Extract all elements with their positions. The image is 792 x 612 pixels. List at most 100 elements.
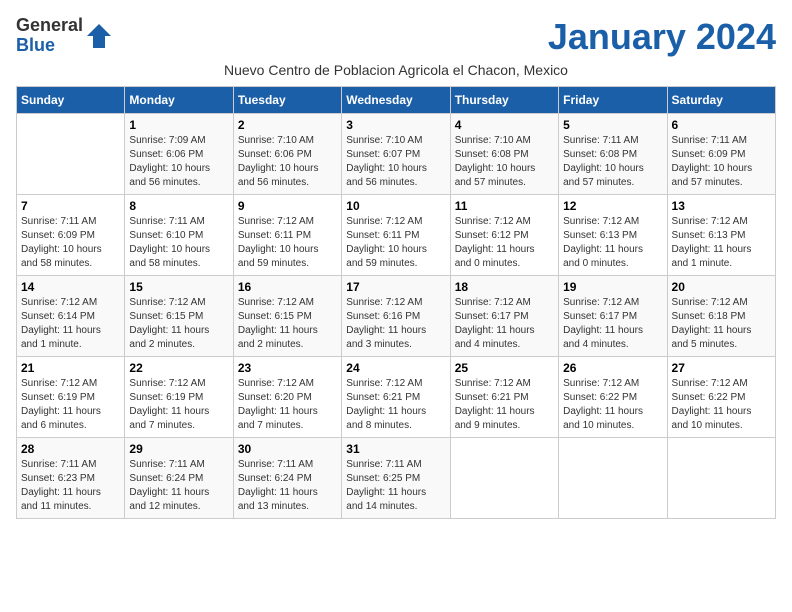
day-number: 24 [346,361,445,375]
day-number: 31 [346,442,445,456]
day-info: Sunrise: 7:12 AM Sunset: 6:19 PM Dayligh… [129,377,228,433]
day-info: Sunrise: 7:12 AM Sunset: 6:17 PM Dayligh… [563,296,662,352]
day-number: 11 [455,199,554,213]
day-number: 6 [672,118,771,132]
day-info: Sunrise: 7:11 AM Sunset: 6:08 PM Dayligh… [563,134,662,190]
calendar-cell: 9Sunrise: 7:12 AM Sunset: 6:11 PM Daylig… [233,195,341,276]
calendar-cell: 18Sunrise: 7:12 AM Sunset: 6:17 PM Dayli… [450,276,558,357]
month-title: January 2024 [548,16,776,58]
calendar-cell [450,438,558,519]
day-info: Sunrise: 7:12 AM Sunset: 6:15 PM Dayligh… [129,296,228,352]
calendar-cell: 12 Sunrise: 7:12 AM Sunset: 6:13 PM Dayli… [559,195,667,276]
calendar-cell: 23Sunrise: 7:12 AM Sunset: 6:20 PM Dayli… [233,357,341,438]
calendar-cell: 14Sunrise: 7:12 AM Sunset: 6:14 PM Dayli… [17,276,125,357]
calendar-cell: 7Sunrise: 7:11 AM Sunset: 6:09 PM Daylig… [17,195,125,276]
day-info: Sunrise: 7:12 AM Sunset: 6:19 PM Dayligh… [21,377,120,433]
header-day-saturday: Saturday [667,87,775,114]
calendar-cell: 22 Sunrise: 7:12 AM Sunset: 6:19 PM Dayli… [125,357,233,438]
day-info: Sunrise: 7:12 AM Sunset: 6:22 PM Dayligh… [563,377,662,433]
day-info: Sunrise: 7:09 AM Sunset: 6:06 PM Dayligh… [129,134,228,190]
day-number: 29 [129,442,228,456]
day-info: Sunrise: 7:12 AM Sunset: 6:17 PM Dayligh… [455,296,554,352]
day-info: Sunrise: 7:12 AM Sunset: 6:14 PM Dayligh… [21,296,120,352]
calendar-cell: 27 Sunrise: 7:12 AM Sunset: 6:22 PM Dayli… [667,357,775,438]
day-info: Sunrise: 7:12 AM Sunset: 6:21 PM Dayligh… [455,377,554,433]
day-info: Sunrise: 7:11 AM Sunset: 6:09 PM Dayligh… [672,134,771,190]
calendar-cell: 21 Sunrise: 7:12 AM Sunset: 6:19 PM Dayli… [17,357,125,438]
day-number: 20 [672,280,771,294]
header-row: SundayMondayTuesdayWednesdayThursdayFrid… [17,87,776,114]
day-info: Sunrise: 7:10 AM Sunset: 6:08 PM Dayligh… [455,134,554,190]
calendar-cell: 16 Sunrise: 7:12 AM Sunset: 6:15 PM Dayli… [233,276,341,357]
day-number: 1 [129,118,228,132]
calendar-table: SundayMondayTuesdayWednesdayThursdayFrid… [16,86,776,519]
calendar-cell: 26 Sunrise: 7:12 AM Sunset: 6:22 PM Dayli… [559,357,667,438]
calendar-cell: 2 Sunrise: 7:10 AM Sunset: 6:06 PM Daylig… [233,114,341,195]
calendar-cell: 4 Sunrise: 7:10 AM Sunset: 6:08 PM Daylig… [450,114,558,195]
calendar-cell: 17Sunrise: 7:12 AM Sunset: 6:16 PM Dayli… [342,276,450,357]
day-info: Sunrise: 7:10 AM Sunset: 6:07 PM Dayligh… [346,134,445,190]
day-info: Sunrise: 7:12 AM Sunset: 6:21 PM Dayligh… [346,377,445,433]
day-number: 25 [455,361,554,375]
calendar-cell: 11 Sunrise: 7:12 AM Sunset: 6:12 PM Dayli… [450,195,558,276]
calendar-cell: 8 Sunrise: 7:11 AM Sunset: 6:10 PM Daylig… [125,195,233,276]
calendar-cell: 30Sunrise: 7:11 AM Sunset: 6:24 PM Dayli… [233,438,341,519]
day-number: 12 [563,199,662,213]
day-info: Sunrise: 7:11 AM Sunset: 6:25 PM Dayligh… [346,458,445,514]
subtitle: Nuevo Centro de Poblacion Agricola el Ch… [16,62,776,78]
day-number: 8 [129,199,228,213]
logo: General Blue [16,16,113,56]
header-day-tuesday: Tuesday [233,87,341,114]
week-row-2: 7Sunrise: 7:11 AM Sunset: 6:09 PM Daylig… [17,195,776,276]
day-number: 28 [21,442,120,456]
header-day-sunday: Sunday [17,87,125,114]
day-info: Sunrise: 7:11 AM Sunset: 6:10 PM Dayligh… [129,215,228,271]
day-number: 16 [238,280,337,294]
day-info: Sunrise: 7:10 AM Sunset: 6:06 PM Dayligh… [238,134,337,190]
calendar-cell [559,438,667,519]
calendar-cell: 5Sunrise: 7:11 AM Sunset: 6:08 PM Daylig… [559,114,667,195]
calendar-cell: 29Sunrise: 7:11 AM Sunset: 6:24 PM Dayli… [125,438,233,519]
calendar-header: SundayMondayTuesdayWednesdayThursdayFrid… [17,87,776,114]
day-info: Sunrise: 7:12 AM Sunset: 6:12 PM Dayligh… [455,215,554,271]
week-row-3: 14Sunrise: 7:12 AM Sunset: 6:14 PM Dayli… [17,276,776,357]
calendar-cell: 6 Sunrise: 7:11 AM Sunset: 6:09 PM Daylig… [667,114,775,195]
day-number: 27 [672,361,771,375]
calendar-cell: 10 Sunrise: 7:12 AM Sunset: 6:11 PM Dayli… [342,195,450,276]
calendar-cell: 28Sunrise: 7:11 AM Sunset: 6:23 PM Dayli… [17,438,125,519]
day-number: 17 [346,280,445,294]
calendar-cell: 31 Sunrise: 7:11 AM Sunset: 6:25 PM Dayli… [342,438,450,519]
logo-blue: Blue [16,35,55,55]
calendar-cell: 19 Sunrise: 7:12 AM Sunset: 6:17 PM Dayli… [559,276,667,357]
day-number: 30 [238,442,337,456]
day-number: 22 [129,361,228,375]
day-info: Sunrise: 7:12 AM Sunset: 6:15 PM Dayligh… [238,296,337,352]
calendar-cell: 1 Sunrise: 7:09 AM Sunset: 6:06 PM Daylig… [125,114,233,195]
day-info: Sunrise: 7:12 AM Sunset: 6:22 PM Dayligh… [672,377,771,433]
day-number: 3 [346,118,445,132]
day-info: Sunrise: 7:12 AM Sunset: 6:13 PM Dayligh… [672,215,771,271]
day-number: 23 [238,361,337,375]
day-number: 7 [21,199,120,213]
day-number: 4 [455,118,554,132]
day-number: 13 [672,199,771,213]
day-number: 21 [21,361,120,375]
logo-icon [85,22,113,50]
day-info: Sunrise: 7:12 AM Sunset: 6:13 PM Dayligh… [563,215,662,271]
calendar-cell: 25 Sunrise: 7:12 AM Sunset: 6:21 PM Dayli… [450,357,558,438]
day-number: 10 [346,199,445,213]
week-row-1: 1 Sunrise: 7:09 AM Sunset: 6:06 PM Daylig… [17,114,776,195]
calendar-body: 1 Sunrise: 7:09 AM Sunset: 6:06 PM Daylig… [17,114,776,519]
calendar-cell: 3 Sunrise: 7:10 AM Sunset: 6:07 PM Daylig… [342,114,450,195]
calendar-cell: 13 Sunrise: 7:12 AM Sunset: 6:13 PM Dayli… [667,195,775,276]
calendar-cell: 20Sunrise: 7:12 AM Sunset: 6:18 PM Dayli… [667,276,775,357]
day-number: 2 [238,118,337,132]
day-number: 19 [563,280,662,294]
day-number: 15 [129,280,228,294]
logo-general: General [16,15,83,35]
day-info: Sunrise: 7:12 AM Sunset: 6:11 PM Dayligh… [238,215,337,271]
day-number: 26 [563,361,662,375]
week-row-4: 21 Sunrise: 7:12 AM Sunset: 6:19 PM Dayli… [17,357,776,438]
day-info: Sunrise: 7:12 AM Sunset: 6:11 PM Dayligh… [346,215,445,271]
page-header: General Blue January 2024 [16,16,776,58]
